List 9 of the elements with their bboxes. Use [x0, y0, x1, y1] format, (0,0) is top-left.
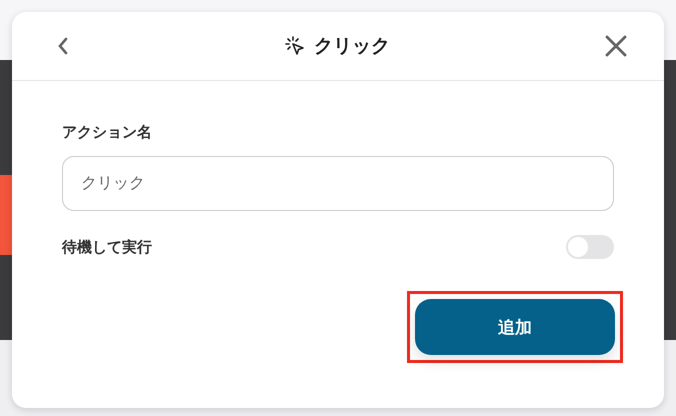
toggle-label: 待機して実行 — [62, 238, 152, 256]
cursor-click-icon — [284, 35, 306, 57]
chevron-left-icon — [56, 37, 70, 55]
close-icon — [604, 34, 628, 58]
action-name-field[interactable]: クリック — [62, 156, 614, 211]
field-label: アクション名 — [62, 123, 153, 142]
add-button[interactable]: 追加 — [415, 299, 615, 355]
wait-toggle[interactable] — [566, 235, 614, 259]
dialog-title: クリック — [314, 34, 390, 59]
